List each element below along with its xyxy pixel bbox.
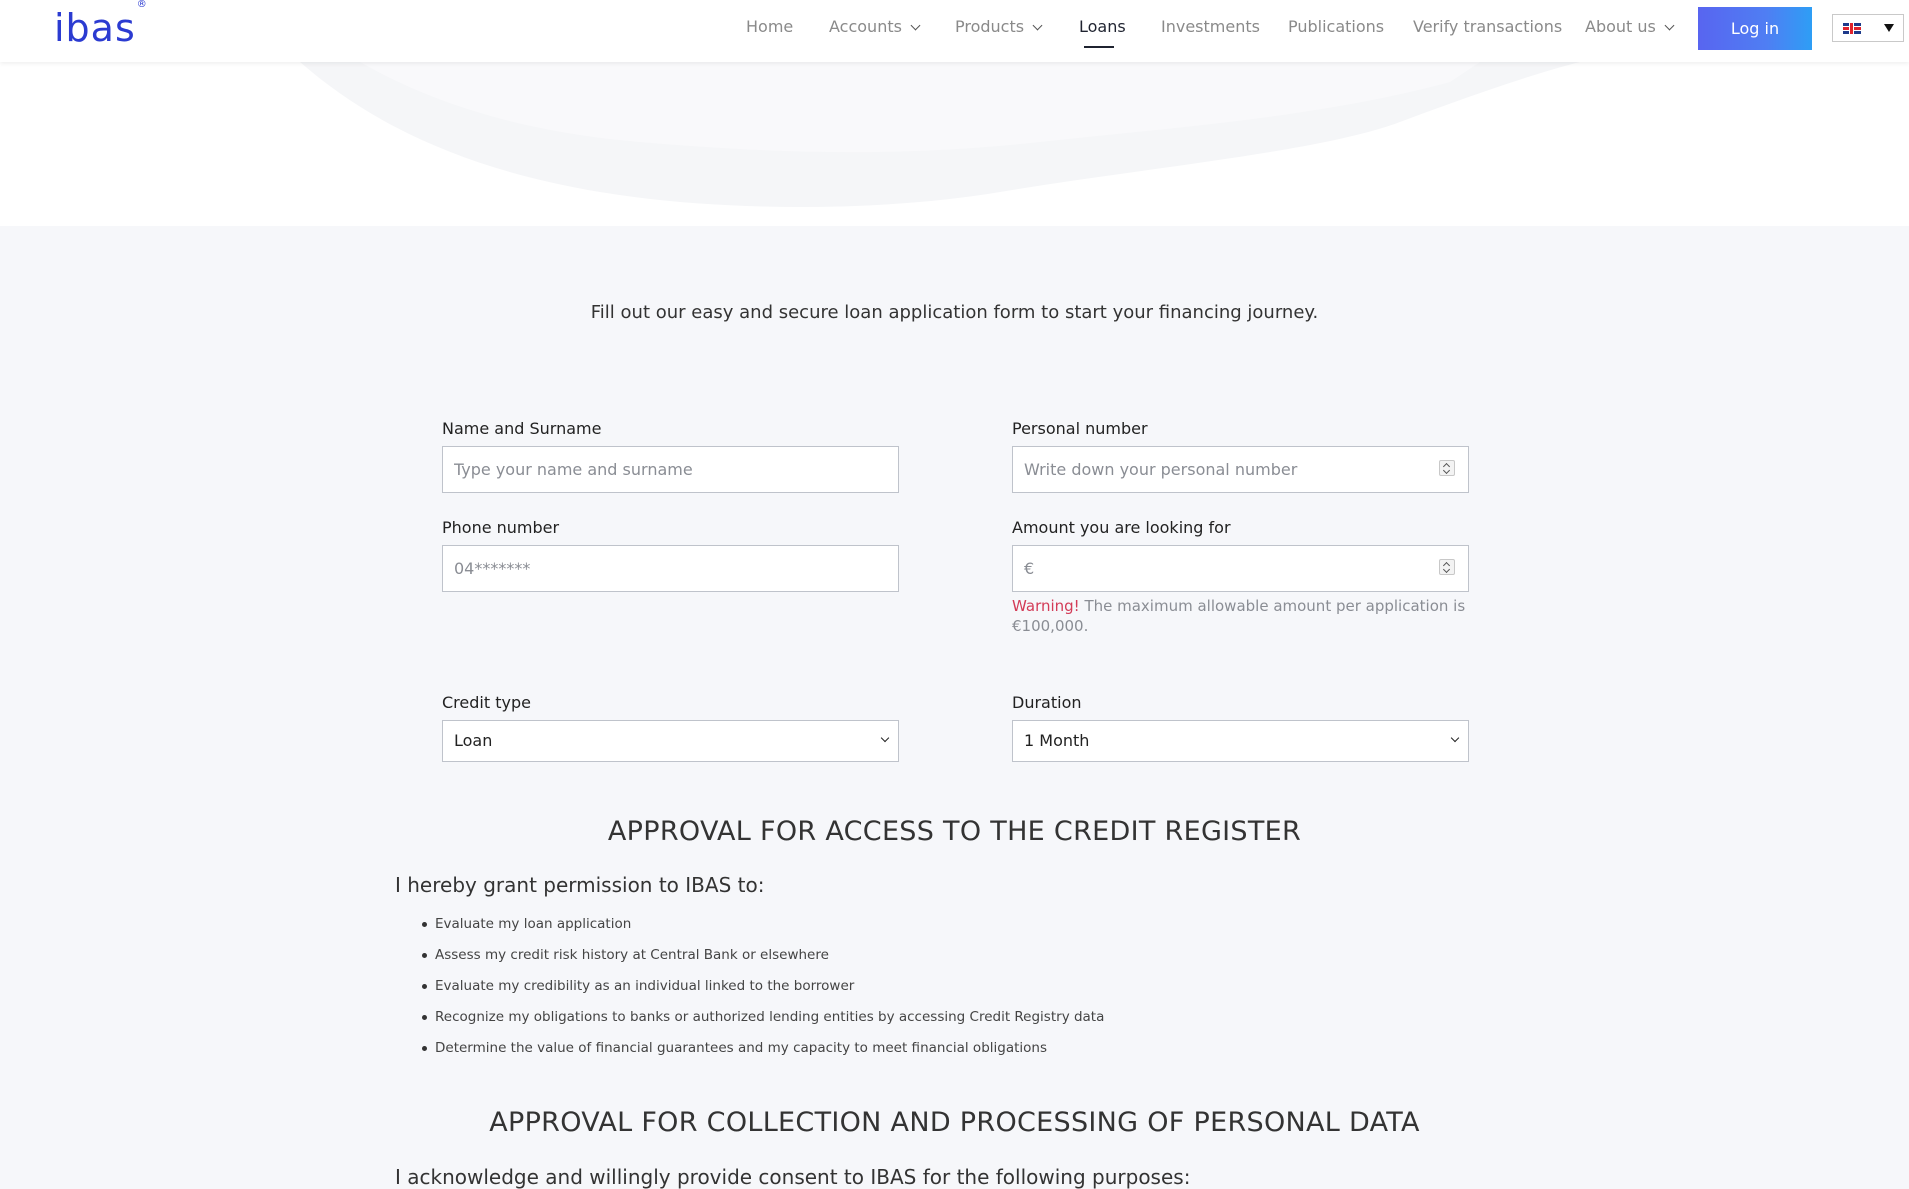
phone-label: Phone number [442,518,560,537]
amount-input[interactable] [1012,545,1469,592]
credit-register-list: Evaluate my loan application Assess my c… [422,914,1104,1069]
nav-loans[interactable]: Loans [1079,17,1126,36]
site-header: ibas® Home Accounts Products Loans Inves… [0,0,1909,62]
list-item: Evaluate my credibility as an individual… [422,976,1104,1007]
credit-type-select[interactable]: Loan [442,720,899,762]
chevron-down-icon [1032,20,1043,31]
chevron-down-icon [910,20,921,31]
nav-accounts-label: Accounts [829,17,902,36]
nav-verify-transactions[interactable]: Verify transactions [1413,17,1562,36]
warning-prefix: Warning! [1012,597,1080,615]
amount-label: Amount you are looking for [1012,518,1231,537]
nav-products-label: Products [955,17,1025,36]
duration-label: Duration [1012,693,1082,712]
hero-banner [0,62,1909,226]
intro-text: Fill out our easy and secure loan applic… [590,302,1319,323]
list-item: Recognize my obligations to banks or aut… [422,1007,1104,1038]
nav-publications[interactable]: Publications [1288,17,1384,36]
credit-type-value: Loan [454,731,493,750]
duration-select[interactable]: 1 Month [1012,720,1469,762]
list-item: Determine the value of financial guarant… [422,1038,1104,1069]
list-item: Evaluate my loan application [422,914,1104,945]
caret-down-icon [1884,24,1894,32]
chevron-down-icon [1450,733,1460,743]
number-spinner-icon[interactable] [1439,460,1455,476]
credit-register-title: APPROVAL FOR ACCESS TO THE CREDIT REGIST… [607,816,1302,847]
uk-flag-icon [1843,23,1861,34]
duration-value: 1 Month [1024,731,1090,750]
personal-data-lead: I acknowledge and willingly provide cons… [395,1165,1191,1189]
nav-accounts[interactable]: Accounts [829,17,921,36]
ibas-logo[interactable]: ibas® [54,0,148,50]
name-input[interactable] [442,446,899,493]
active-nav-underline [1084,46,1114,48]
credit-type-label: Credit type [442,693,531,712]
chevron-down-icon [1664,20,1675,31]
hero-wave-graphic [300,62,1580,207]
nav-about-label: About us [1585,17,1656,36]
nav-home[interactable]: Home [746,17,793,36]
personal-data-title: APPROVAL FOR COLLECTION AND PROCESSING O… [489,1107,1420,1138]
amount-warning: Warning! The maximum allowable amount pe… [1012,596,1472,636]
name-label: Name and Surname [442,419,602,438]
number-spinner-icon[interactable] [1439,559,1455,575]
login-button[interactable]: Log in [1698,7,1812,50]
nav-about-us[interactable]: About us [1585,17,1675,36]
credit-register-lead: I hereby grant permission to IBAS to: [395,873,765,897]
language-selector[interactable] [1832,14,1904,42]
nav-investments[interactable]: Investments [1161,17,1260,36]
warning-text: The maximum allowable amount per applica… [1012,597,1466,635]
phone-input[interactable] [442,545,899,592]
personal-number-input[interactable] [1012,446,1469,493]
list-item: Assess my credit risk history at Central… [422,945,1104,976]
personal-number-label: Personal number [1012,419,1148,438]
nav-products[interactable]: Products [955,17,1043,36]
chevron-down-icon [880,733,890,743]
